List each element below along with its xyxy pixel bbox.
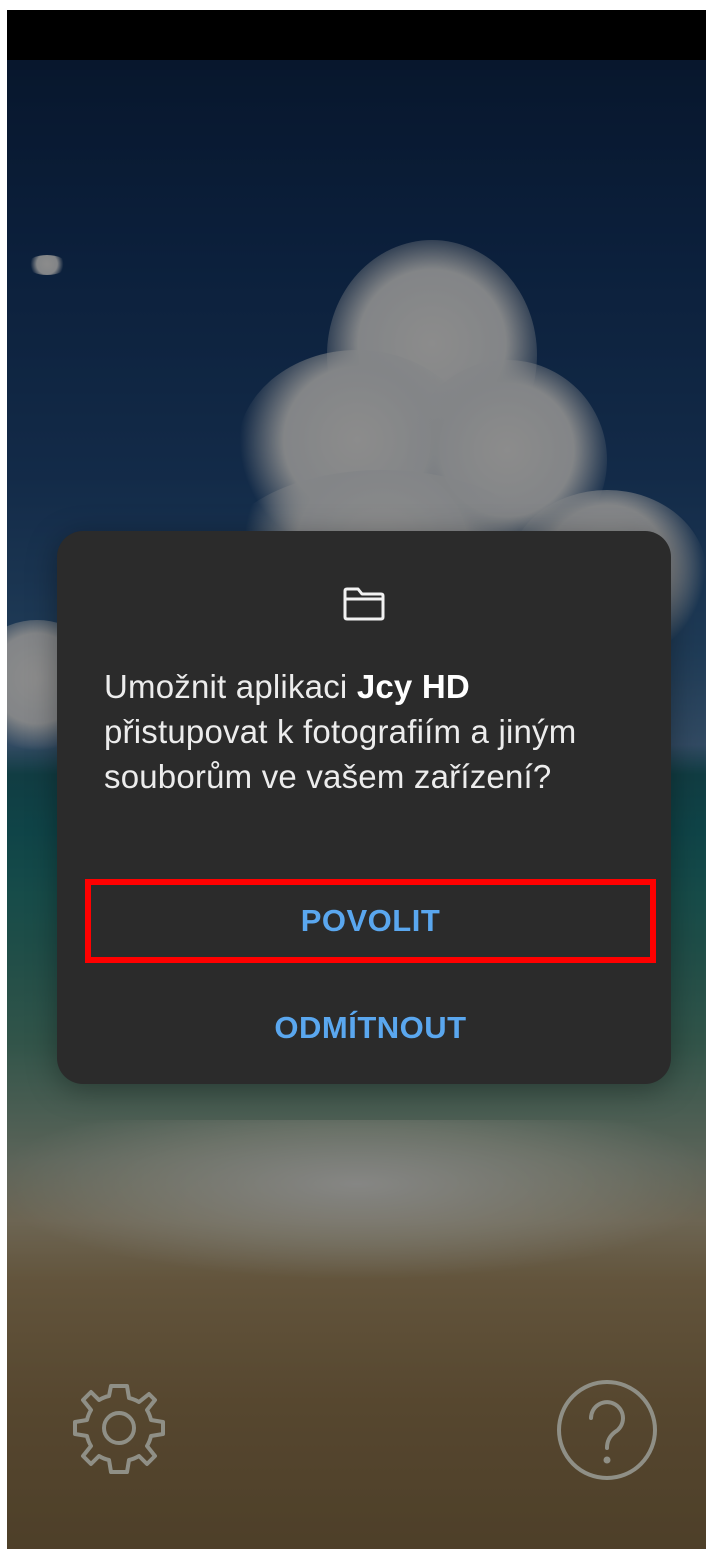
app-name: Jcy HD — [356, 668, 470, 705]
allow-button[interactable]: POVOLIT — [85, 879, 656, 963]
gear-icon — [73, 1384, 165, 1474]
status-bar — [7, 10, 706, 60]
message-prefix: Umožnit aplikaci — [104, 668, 357, 705]
phone-screen: Umožnit aplikaci Jcy HD přistupovat k fo… — [7, 10, 706, 1549]
help-button[interactable] — [555, 1378, 659, 1482]
deny-button[interactable]: ODMÍTNOUT — [85, 986, 656, 1070]
permission-message: Umožnit aplikaci Jcy HD přistupovat k fo… — [104, 664, 624, 799]
folder-icon — [343, 587, 385, 621]
message-suffix: přistupovat k fotografiím a jiným soubor… — [104, 713, 577, 795]
permission-dialog: Umožnit aplikaci Jcy HD přistupovat k fo… — [57, 531, 671, 1084]
settings-button[interactable] — [69, 1378, 169, 1478]
help-circle-icon — [557, 1380, 657, 1480]
